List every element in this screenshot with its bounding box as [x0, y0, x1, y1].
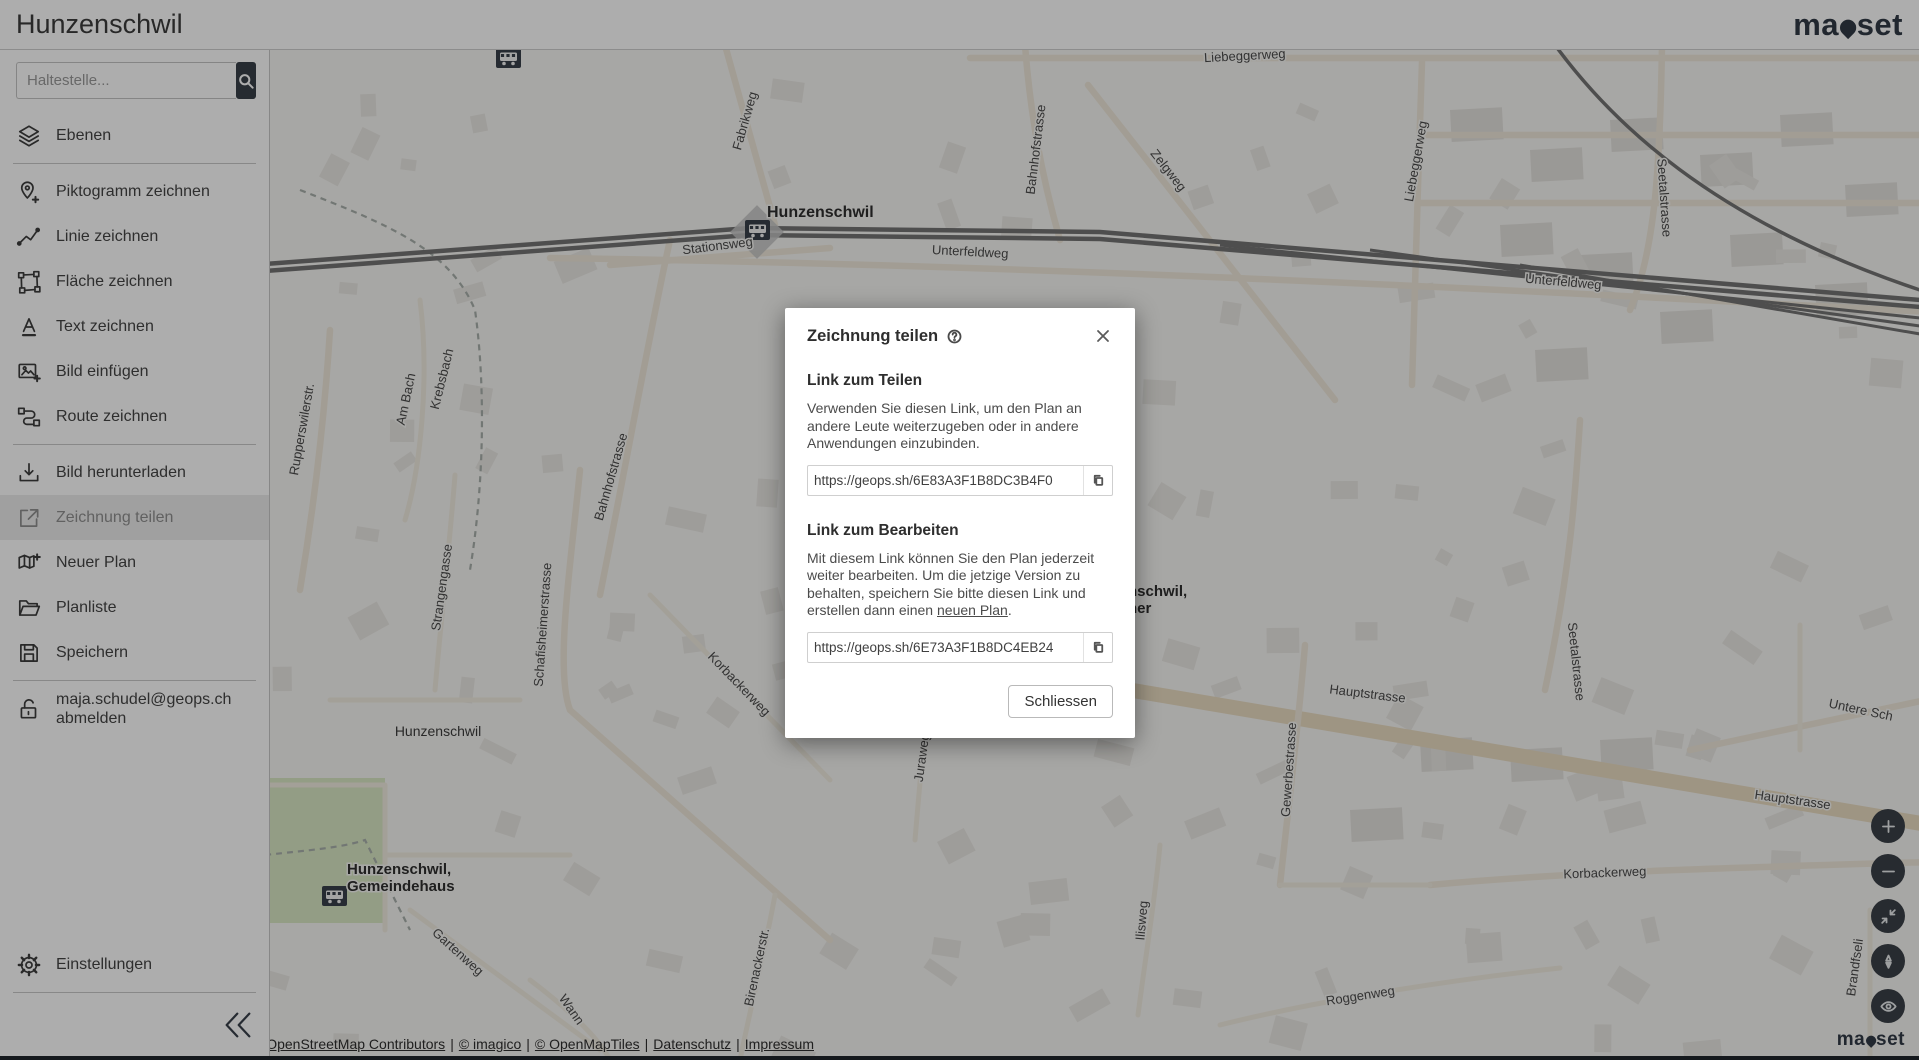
edit-description-period: .	[1008, 602, 1012, 618]
edit-link-description: Mit diesem Link können Sie den Plan jede…	[807, 550, 1113, 620]
share-link-row	[807, 465, 1113, 496]
share-link-heading: Link zum Teilen	[807, 372, 1113, 390]
edit-link-input[interactable]	[808, 633, 1083, 662]
close-dialog-button[interactable]: Schliessen	[1008, 685, 1113, 718]
copy-icon	[1091, 640, 1106, 655]
help-circle-icon	[946, 328, 963, 345]
close-icon	[1093, 326, 1113, 346]
help-icon[interactable]	[946, 328, 963, 345]
dialog-title: Zeichnung teilen	[807, 327, 938, 346]
copy-edit-link-button[interactable]	[1083, 633, 1112, 662]
copy-icon	[1091, 473, 1106, 488]
copy-share-link-button[interactable]	[1083, 466, 1112, 495]
edit-link-heading: Link zum Bearbeiten	[807, 522, 1113, 540]
share-link-description: Verwenden Sie diesen Link, um den Plan a…	[807, 400, 1113, 453]
edit-link-row	[807, 632, 1113, 663]
share-link-input[interactable]	[808, 466, 1083, 495]
new-plan-link[interactable]: neuen Plan	[937, 602, 1008, 618]
close-icon[interactable]	[1093, 326, 1113, 346]
share-drawing-dialog: Zeichnung teilen Link zum Teilen Verwend…	[785, 308, 1135, 738]
